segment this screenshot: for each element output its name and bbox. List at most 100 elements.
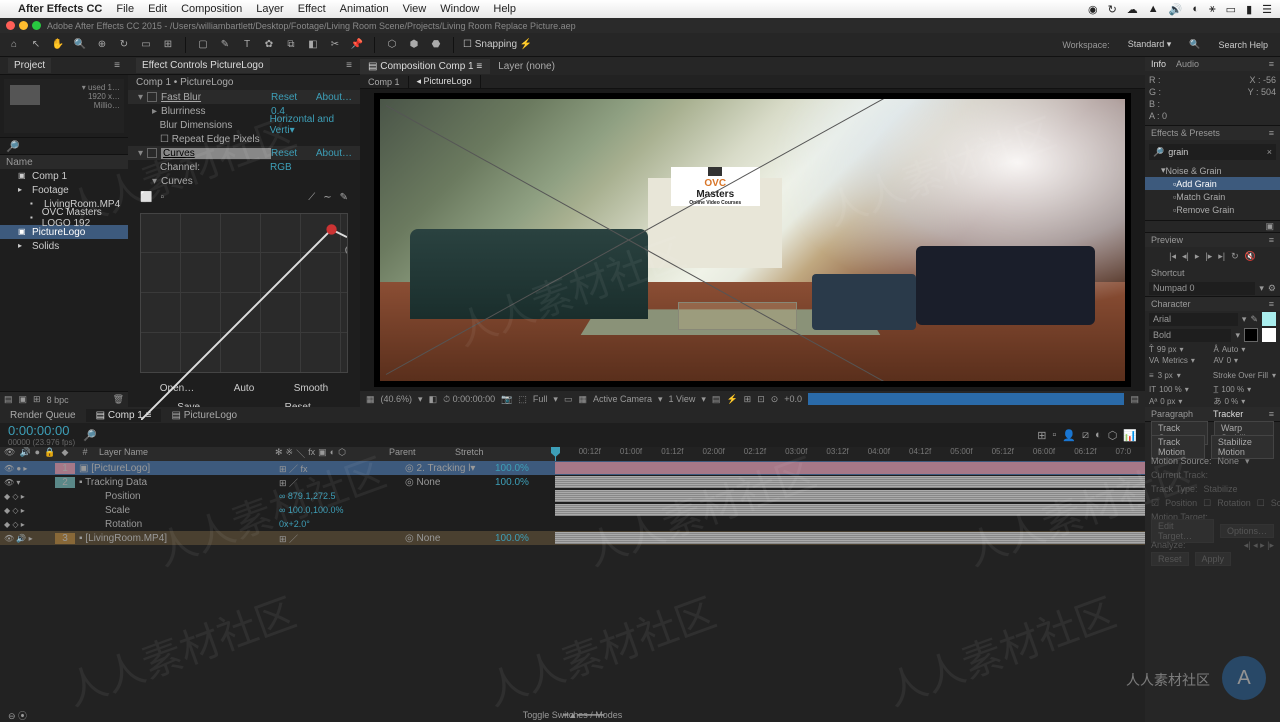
curve-draw-icon[interactable]: ⬜: [140, 192, 152, 203]
next-frame-icon[interactable]: |▸: [1205, 251, 1212, 262]
project-search[interactable]: 🔎: [0, 137, 128, 155]
time-ruler[interactable]: 00:12f 01:00f 01:12f 02:00f 02:12f 03:00…: [555, 447, 1145, 461]
first-frame-icon[interactable]: |◂: [1169, 251, 1176, 262]
zoom-dropdown[interactable]: (40.6%): [381, 394, 413, 404]
prop-position[interactable]: ◆ ◇ ▸Position∞ 879.1,272.5: [0, 489, 1145, 503]
info-tab[interactable]: Info: [1151, 59, 1166, 69]
snapshot-icon[interactable]: 📷: [501, 394, 512, 405]
camera-tool[interactable]: ▭: [138, 37, 154, 53]
view-axis[interactable]: ⬣: [428, 37, 444, 53]
ep-remove-grain[interactable]: ▫ Remove Grain: [1145, 203, 1280, 216]
bt-icon[interactable]: ⚹: [1209, 3, 1216, 16]
home-icon[interactable]: ⌂: [6, 37, 22, 53]
ep-add-grain[interactable]: ▫ Add Grain: [1145, 177, 1280, 190]
current-timecode[interactable]: 0:00:00:00: [8, 423, 75, 438]
reset-link[interactable]: Reset: [271, 92, 297, 103]
hide-shy-icon[interactable]: 👤: [1062, 429, 1076, 442]
prop-rotation[interactable]: ◆ ◇ ▸Rotation0x+2.0°: [0, 517, 1145, 531]
effect-fastblur[interactable]: Fast Blur: [161, 92, 271, 103]
menu-effect[interactable]: Effect: [298, 3, 326, 15]
layername-col[interactable]: Layer Name: [95, 447, 275, 461]
ovc-logo-layer[interactable]: OVC Masters Online Video Courses: [671, 167, 760, 206]
collapse-icon[interactable]: ▾: [138, 148, 143, 159]
prop-scale[interactable]: ◆ ◇ ▸Scale∞ 100.0,100.0%: [0, 503, 1145, 517]
audio-col[interactable]: 🔊: [19, 447, 30, 461]
comp-mini-flowchart[interactable]: ⊞: [1037, 429, 1046, 442]
curve-linear-icon[interactable]: ∼: [323, 192, 331, 203]
spotlight-icon[interactable]: ☰: [1262, 3, 1272, 16]
settings-icon[interactable]: ⚙: [1268, 283, 1276, 294]
panel-menu-icon[interactable]: ≡: [346, 60, 352, 71]
world-axis[interactable]: ⬢: [406, 37, 422, 53]
new-folder-icon[interactable]: ▣: [19, 394, 28, 405]
timeline-zoom-slider[interactable]: ━▲━━━━━: [563, 710, 604, 721]
orbit-tool[interactable]: ⊕: [94, 37, 110, 53]
project-col-name[interactable]: Name: [0, 155, 128, 169]
project-folder-footage[interactable]: ▸Footage: [0, 183, 128, 197]
options-btn[interactable]: Options…: [1220, 524, 1274, 538]
search-help[interactable]: Search Help: [1218, 40, 1268, 50]
layer-row-livingroom[interactable]: 👁 🔊 ▸3▪ [LivingRoom.MP4]⊞ ／◎ None100.0%: [0, 531, 1145, 545]
reset-exp-icon[interactable]: ⊙: [771, 394, 779, 405]
motion-source-dd[interactable]: None: [1218, 456, 1240, 466]
project-item-comp1[interactable]: ▣Comp 1: [0, 169, 128, 183]
fast-preview-icon[interactable]: ⚡: [726, 394, 737, 405]
project-folder-solids[interactable]: ▸Solids: [0, 239, 128, 253]
timeline-icon[interactable]: ⊞: [744, 394, 752, 405]
menu-view[interactable]: View: [403, 3, 427, 15]
baseline[interactable]: 0 px: [1160, 397, 1175, 406]
leading[interactable]: Auto: [1222, 345, 1238, 354]
channel-dropdown[interactable]: RGB: [270, 162, 292, 173]
curve-bezier-icon[interactable]: ⟋: [308, 192, 315, 203]
panel-menu-icon[interactable]: ▤: [1130, 394, 1139, 405]
zoom-window[interactable]: [32, 21, 41, 30]
draft3d-icon[interactable]: ▫: [1052, 429, 1056, 442]
fill-swatch[interactable]: [1262, 312, 1276, 326]
panel-menu-icon[interactable]: ≡: [1269, 128, 1274, 138]
roto-tool[interactable]: ✂: [327, 37, 343, 53]
playhead[interactable]: [555, 447, 556, 461]
menu-edit[interactable]: Edit: [148, 3, 167, 15]
display-icon[interactable]: ▭: [1226, 3, 1236, 16]
hscale[interactable]: 100 %: [1221, 385, 1244, 394]
workspace-dropdown[interactable]: Standard ▾: [1128, 39, 1172, 50]
magnification-icon[interactable]: ▦: [366, 394, 375, 405]
tracker-tab[interactable]: Tracker: [1213, 409, 1243, 419]
project-item-ovclogo[interactable]: ▪OVC Masters LOGO 192: [0, 211, 128, 225]
label-col[interactable]: ◆: [55, 447, 75, 461]
collapse-icon[interactable]: ▾: [138, 92, 143, 103]
viewer-comp-tab[interactable]: ▤ Composition Comp 1 ≡: [360, 59, 490, 74]
puppet-tool[interactable]: 📌: [349, 37, 365, 53]
menu-layer[interactable]: Layer: [256, 3, 284, 15]
pen-tool[interactable]: ✎: [217, 37, 233, 53]
exposure-value[interactable]: +0.0: [784, 394, 802, 404]
view-layout-dropdown[interactable]: 1 View: [669, 394, 696, 404]
stretch-col[interactable]: Stretch: [455, 447, 515, 461]
local-axis[interactable]: ⬡: [384, 37, 400, 53]
snapping-toggle[interactable]: ☐ Snapping ⚡: [463, 39, 532, 50]
brainstorm-icon[interactable]: ⬡: [1108, 429, 1118, 442]
transparency-grid-icon[interactable]: ▦: [578, 394, 587, 405]
vscale[interactable]: 100 %: [1159, 385, 1182, 394]
viewer-canvas[interactable]: OVC Masters Online Video Courses: [374, 93, 1131, 387]
resolution-dropdown[interactable]: Full: [533, 394, 548, 404]
curve-pencil-icon[interactable]: ✎: [340, 192, 348, 203]
mute-icon[interactable]: 🔇: [1245, 251, 1256, 262]
curves-graph[interactable]: [140, 213, 348, 373]
zoom-tool[interactable]: 🔍: [72, 37, 88, 53]
panel-menu-icon[interactable]: ≡: [1269, 299, 1274, 309]
preview-tab[interactable]: Preview: [1151, 235, 1183, 245]
panel-menu-icon[interactable]: ≡: [114, 60, 120, 71]
bpc-toggle[interactable]: 8 bpc: [47, 395, 69, 405]
shortcut-dropdown[interactable]: Numpad 0: [1149, 282, 1255, 295]
ep-search-input[interactable]: grain: [1168, 147, 1267, 157]
delete-icon[interactable]: 🗑: [113, 394, 124, 405]
minimize-window[interactable]: [19, 21, 28, 30]
kerning[interactable]: Metrics: [1162, 356, 1188, 365]
tracker-apply-btn[interactable]: Apply: [1195, 552, 1232, 566]
clear-search-icon[interactable]: ×: [1267, 147, 1272, 157]
menu-composition[interactable]: Composition: [181, 3, 242, 15]
play-icon[interactable]: ▸: [1195, 251, 1200, 262]
audio-tab[interactable]: Audio: [1176, 59, 1199, 69]
app-menu[interactable]: After Effects CC: [18, 3, 102, 15]
